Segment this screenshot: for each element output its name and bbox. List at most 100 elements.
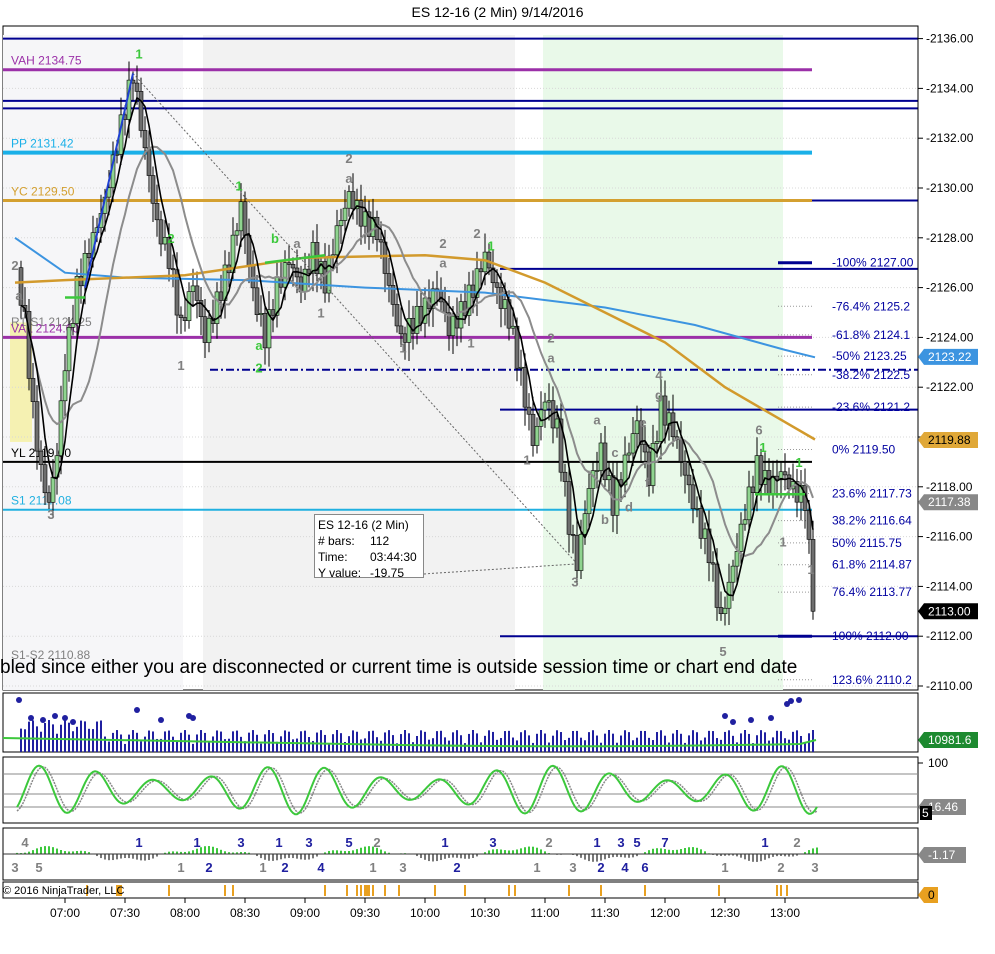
candle-body <box>694 507 700 510</box>
oscillator-wave-label: 3 <box>569 860 576 875</box>
volume-bar <box>760 730 762 752</box>
wave-label: d <box>625 500 633 515</box>
fib-label: -38.2% 2122.5 <box>832 368 910 382</box>
volume-spike-dot <box>190 715 196 721</box>
wave-label: a <box>293 236 301 251</box>
candle-body <box>234 230 240 236</box>
candle-body <box>746 486 752 521</box>
volume-bar <box>692 730 694 752</box>
fib-label: -100% 2127.00 <box>832 256 914 270</box>
x-tick-label: 12:30 <box>710 906 740 920</box>
volume-bar <box>748 733 750 752</box>
candle-body <box>730 565 736 583</box>
wave-label: 1 <box>317 305 324 320</box>
wave-label: 6 <box>755 423 762 438</box>
volume-spike-dot <box>788 698 794 704</box>
level-label: VAH 2134.75 <box>11 54 82 68</box>
oscillator-wave-label: 5 <box>633 835 640 850</box>
volume-bar <box>280 736 282 752</box>
candle-body <box>326 255 332 294</box>
candle-body <box>34 401 40 452</box>
wave-label: e <box>639 415 646 430</box>
oscillator-wave-label: 2 <box>281 860 288 875</box>
volume-bar <box>56 733 58 752</box>
event-tick <box>644 885 646 896</box>
wave-label: 2 <box>547 330 554 345</box>
oscillator-wave-label: 7 <box>661 835 668 850</box>
volume-bar <box>320 730 322 752</box>
candle-body <box>598 442 604 471</box>
candle-body <box>542 401 548 411</box>
candle-body <box>782 471 788 476</box>
candle-body <box>478 268 484 273</box>
candle-body <box>502 299 508 309</box>
wave-label: a <box>547 350 555 365</box>
volume-bar <box>120 734 122 752</box>
candle-body <box>586 488 592 515</box>
stoch-marker-label: 5 <box>922 806 929 820</box>
volume-spike-dot <box>796 697 802 703</box>
oscillator-wave-label: 2 <box>545 835 552 850</box>
oscillator-wave-label: 2 <box>453 860 460 875</box>
volume-bar <box>796 730 798 752</box>
candle-body <box>350 191 356 210</box>
candle-body <box>626 452 632 456</box>
data-box-value: -19.75 <box>370 566 405 580</box>
candle-body <box>242 201 248 236</box>
wave-label: g <box>655 388 663 403</box>
volume-bar <box>672 733 674 752</box>
candle-body <box>462 301 468 316</box>
volume-bar <box>684 742 686 752</box>
candle-body <box>218 291 224 301</box>
oscillator-tag-label: -1.17 <box>928 848 956 862</box>
candle-body <box>202 316 208 343</box>
data-box-key: Y value: <box>318 566 362 580</box>
volume-bar <box>588 732 590 752</box>
candle-body <box>378 239 384 243</box>
candle-body <box>682 461 688 476</box>
event-tick <box>600 885 602 896</box>
candle-body <box>50 476 56 503</box>
volume-bar <box>484 735 486 752</box>
wave-label: 1 <box>467 335 474 350</box>
candle-body <box>154 203 160 221</box>
candle-body <box>138 91 144 131</box>
x-tick-label: 11:30 <box>590 906 619 920</box>
data-box[interactable]: ES 12-16 (2 Min) # bars: 112 Time: 03:44:3… <box>314 514 424 580</box>
candle-body <box>142 130 148 149</box>
volume-bar <box>488 730 490 752</box>
volume-bar <box>124 743 126 752</box>
candle-body <box>582 513 588 535</box>
wave-label: b <box>601 512 609 527</box>
volume-spike-dot <box>134 707 140 713</box>
volume-bar <box>452 732 454 752</box>
candle-body <box>662 395 668 426</box>
data-box-row: Time: 03:44:30 <box>318 549 420 565</box>
y-tick-label: -2116.00 <box>926 530 973 544</box>
volume-bar <box>464 743 466 752</box>
wave-label: 2 <box>439 236 446 251</box>
chart-canvas[interactable]: VAH 2134.75PP 2131.42YC 2129.50R1-S1 212… <box>0 0 995 954</box>
wave-label: 1 <box>759 440 766 455</box>
oscillator-wave-label: 3 <box>489 835 496 850</box>
candle-body <box>146 147 152 176</box>
oscillator-wave-label: 6 <box>641 860 648 875</box>
fib-label: -61.8% 2124.1 <box>832 328 910 342</box>
candle-body <box>262 313 268 349</box>
oscillator-wave-label: 3 <box>617 835 624 850</box>
wave-label: 4 <box>655 368 663 383</box>
candle-body <box>670 412 676 438</box>
y-tick-label: -2132.00 <box>926 131 974 145</box>
oscillator-wave-label: 3 <box>305 835 312 850</box>
event-tick <box>384 885 386 896</box>
event-tick <box>514 885 516 896</box>
wave-label: 1 <box>523 452 530 467</box>
volume-bar <box>240 736 242 752</box>
candle-body <box>530 413 536 446</box>
volume-bar <box>504 731 506 752</box>
x-tick-label: 09:00 <box>290 906 320 920</box>
data-box-row: # bars: 112 <box>318 533 420 549</box>
event-tag-label: 0 <box>928 888 935 902</box>
y-tick-label: -2110.00 <box>926 679 973 693</box>
candle-body <box>570 534 576 536</box>
